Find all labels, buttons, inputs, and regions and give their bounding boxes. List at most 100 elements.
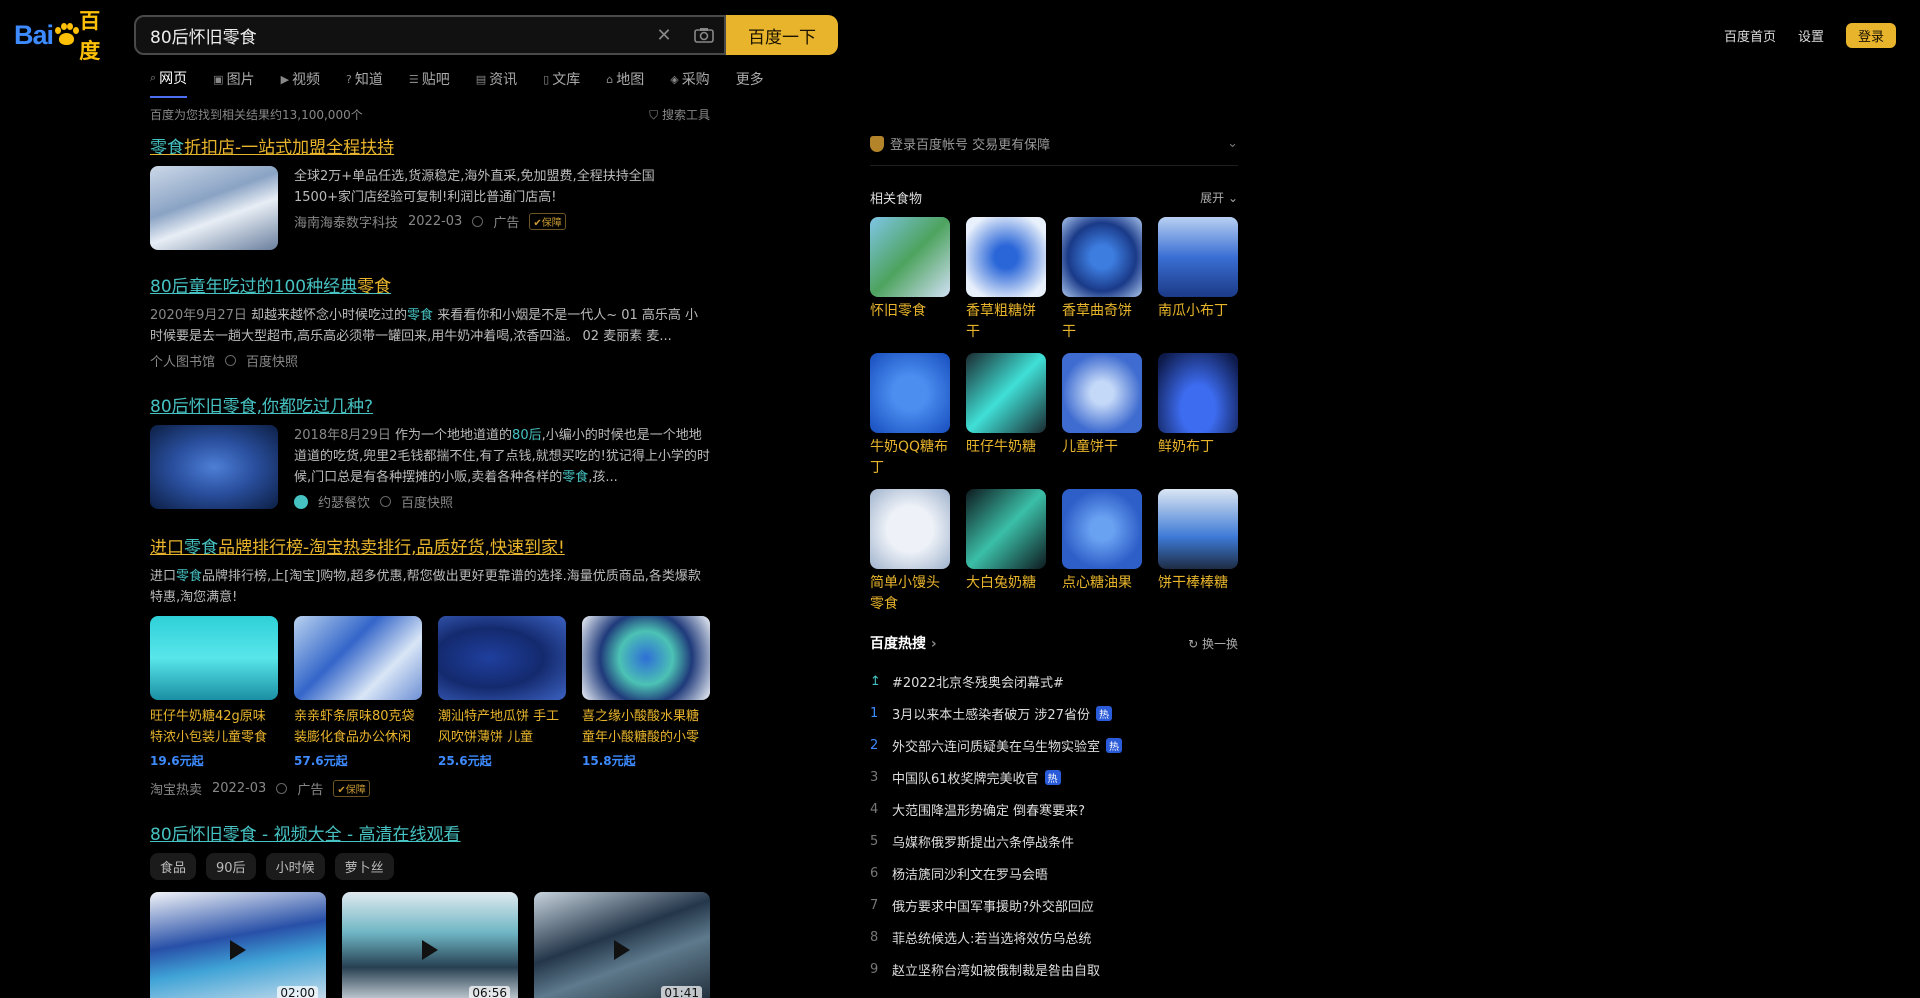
refresh-button[interactable]: ↻ 换一换 xyxy=(1188,635,1238,652)
login-promo[interactable]: 登录百度帐号 交易更有保障 ⌄ xyxy=(870,134,1238,166)
filter-icon: ⛉ xyxy=(649,108,659,122)
product-card[interactable]: 喜之缘小酸酸水果糖童年小酸糖酸的小零 15.8元起 xyxy=(582,616,710,769)
hot-item[interactable]: 4 大范围降温形势确定 倒春寒要来? xyxy=(870,793,1238,825)
search-button[interactable]: 百度一下 xyxy=(726,15,838,55)
doc-icon: ▯ xyxy=(543,72,550,86)
search-input[interactable] xyxy=(136,17,644,53)
product-card[interactable]: 潮汕特产地瓜饼 手工风吹饼薄饼 儿童 25.6元起 xyxy=(438,616,566,769)
baidu-logo[interactable]: Bai 百度 xyxy=(14,9,118,63)
tab-images[interactable]: ▣ 图片 xyxy=(213,68,254,98)
search-tools[interactable]: ⛉ 搜索工具 xyxy=(649,106,710,123)
tab-video[interactable]: ▶ 视频 xyxy=(281,68,320,98)
result-meta: 个人图书馆 百度快照 xyxy=(150,355,299,370)
candy-thumbnail[interactable] xyxy=(150,425,278,509)
safe-badge: ✔保障 xyxy=(333,780,370,797)
product-row: 旺仔牛奶糖42g原味特浓小包装儿童零食 19.6元起 亲亲虾条原味80克袋装膨化… xyxy=(150,616,710,769)
product-card[interactable]: 亲亲虾条原味80克袋装膨化食品办公休闲 57.6元起 xyxy=(294,616,422,769)
food-item[interactable]: 点心糖油果 xyxy=(1062,489,1142,615)
expand-button[interactable]: 展开 ⌄ xyxy=(1200,189,1238,206)
result-count-row: 百度为您找到相关结果约13,100,000个 ⛉ 搜索工具 xyxy=(150,106,710,123)
search-box: ✕ xyxy=(134,15,726,55)
product-image xyxy=(582,616,710,700)
search-icon: ⌕ xyxy=(150,71,157,84)
food-item[interactable]: 牛奶QQ糖布丁 xyxy=(870,353,950,479)
hot-item[interactable]: 2 外交部六连问质疑美在乌生物实验室热 xyxy=(870,729,1238,761)
tab-zhidao[interactable]: ? 知道 xyxy=(346,68,383,98)
chip[interactable]: 小时候 xyxy=(265,853,325,880)
food-item[interactable]: 香草粗糖饼干 xyxy=(966,217,1046,343)
chip[interactable]: 萝卜丝 xyxy=(334,853,394,880)
tab-purchase[interactable]: ◈ 采购 xyxy=(670,68,709,98)
hot-badge: 热 xyxy=(1044,769,1061,785)
tieba-icon: ☰ xyxy=(408,72,419,86)
hot-item[interactable]: 6 杨洁篪同沙利文在罗马会晤 xyxy=(870,857,1238,889)
logo-cn: 百度 xyxy=(79,9,101,63)
safe-badge: ✔保障 xyxy=(529,213,566,230)
settings-link[interactable]: 设置 xyxy=(1798,26,1824,45)
play-icon xyxy=(422,940,438,960)
product-card[interactable]: 旺仔牛奶糖42g原味特浓小包装儿童零食 19.6元起 xyxy=(150,616,278,769)
result-title[interactable]: 进口零食品牌排行榜-淘宝热卖排行,品质好货,快速到家! xyxy=(150,533,710,558)
hot-search-header: 百度热搜 › ↻ 换一换 xyxy=(870,633,1238,653)
hot-item[interactable]: ↥ #2022北京冬残奥会闭幕式# xyxy=(870,665,1238,697)
video-thumbnail[interactable]: 06:56 xyxy=(342,892,518,998)
tab-wenku[interactable]: ▯ 文库 xyxy=(543,68,580,98)
hot-item[interactable]: 3 中国队61枚奖牌完美收官热 xyxy=(870,761,1238,793)
chevron-down-icon: ⌄ xyxy=(1227,191,1238,205)
food-item[interactable]: 简单小馒头零食 xyxy=(870,489,950,615)
video-thumbnail[interactable]: 01:41 xyxy=(534,892,710,998)
hot-item[interactable]: 8 菲总统候选人:若当选将效仿乌总统 xyxy=(870,921,1238,953)
result-title[interactable]: 80后童年吃过的100种经典零食 xyxy=(150,272,710,297)
play-icon xyxy=(230,940,246,960)
result-snippet: 2018年8月29日 作为一个地地道道的80后,小编小的时候也是一个地地道道的吃… xyxy=(294,428,710,485)
tab-news[interactable]: ▤ 资讯 xyxy=(476,68,517,98)
food-item[interactable]: 大白兔奶糖 xyxy=(966,489,1046,615)
related-food-header: 相关食物 展开 ⌄ xyxy=(870,189,1238,207)
result-snippet: 全球2万+单品任选,货源稳定,海外直采,免加盟费,全程扶持全国1500+家门店经… xyxy=(294,169,655,205)
result-meta: 淘宝热卖 2022-03 广告 ✔保障 xyxy=(150,779,710,798)
hot-item[interactable]: 5 乌媒称俄罗斯提出六条停战条件 xyxy=(870,825,1238,857)
chip[interactable]: 90后 xyxy=(206,853,256,880)
food-item[interactable]: 怀旧零食 xyxy=(870,217,950,343)
video-thumbnail[interactable]: 02:00 xyxy=(150,892,326,998)
food-item[interactable]: 南瓜小布丁 xyxy=(1158,217,1238,343)
login-button[interactable]: 登录 xyxy=(1845,23,1896,48)
search-tabs: ⌕ 网页 ▣ 图片 ▶ 视频 ? 知道 ☰ 贴吧 ▤ 资讯 ▯ 文库 ⌂ 地图 ◈ 采购 更多 xyxy=(150,68,764,98)
top-links: 百度首页 设置 登录 xyxy=(1724,23,1896,48)
logo-text: Bai xyxy=(14,19,54,50)
food-item[interactable]: 儿童饼干 xyxy=(1062,353,1142,479)
result-100-snacks: 80后童年吃过的100种经典零食 2020年9月27日 却越来越怀念小时候吃过的… xyxy=(150,272,710,370)
tab-more[interactable]: 更多 xyxy=(736,68,764,98)
food-item[interactable]: 饼干棒棒糖 xyxy=(1158,489,1238,615)
home-link[interactable]: 百度首页 xyxy=(1724,26,1776,45)
result-snippet: 进口零食品牌排行榜,上[淘宝]购物,超多优惠,帮您做出更好更靠谱的选择.海量优质… xyxy=(150,569,701,605)
result-title[interactable]: 80后怀旧零食,你都吃过几种? xyxy=(150,392,710,417)
camera-icon[interactable] xyxy=(684,17,724,53)
tab-web[interactable]: ⌕ 网页 xyxy=(150,68,188,98)
pin-icon: ↥ xyxy=(870,673,881,689)
play-icon xyxy=(614,940,630,960)
result-meta: 海南海泰数字科技 2022-03 广告 ✔保障 xyxy=(294,212,710,231)
hot-item[interactable]: 1 3月以来本土感染者破万 涉27省份热 xyxy=(870,697,1238,729)
food-item[interactable]: 香草曲奇饼干 xyxy=(1062,217,1142,343)
result-ad-franchise: 零食折扣店-一站式加盟全程扶持 全球2万+单品任选,货源稳定,海外直采,免加盟费… xyxy=(150,133,710,250)
store-thumbnail[interactable] xyxy=(150,166,278,250)
food-grid: 怀旧零食 香草粗糖饼干 香草曲奇饼干 南瓜小布丁 牛奶QQ糖布丁 旺仔牛奶糖 儿… xyxy=(870,217,1238,615)
tab-map[interactable]: ⌂ 地图 xyxy=(606,68,644,98)
result-title[interactable]: 80后怀旧零食 - 视频大全 - 高清在线观看 xyxy=(150,820,710,845)
question-icon: ? xyxy=(346,72,352,86)
tab-tieba[interactable]: ☰ 贴吧 xyxy=(409,68,450,98)
source-avatar-icon xyxy=(294,494,308,509)
product-image xyxy=(438,616,566,700)
result-ad-taobao: 进口零食品牌排行榜-淘宝热卖排行,品质好货,快速到家! 进口零食品牌排行榜,上[… xyxy=(150,533,710,798)
info-icon xyxy=(380,496,392,507)
food-item[interactable]: 鲜奶布丁 xyxy=(1158,353,1238,479)
hot-item[interactable]: 7 俄方要求中国军事援助?外交部回应 xyxy=(870,889,1238,921)
hot-item[interactable]: 9 赵立坚称台湾如被俄制裁是咎由自取 xyxy=(870,953,1238,985)
clear-icon[interactable]: ✕ xyxy=(644,17,684,53)
hot-search-title[interactable]: 百度热搜 › xyxy=(870,633,937,653)
chip[interactable]: 食品 xyxy=(150,853,197,880)
food-item[interactable]: 旺仔牛奶糖 xyxy=(966,353,1046,479)
refresh-icon: ↻ xyxy=(1188,636,1199,651)
result-title[interactable]: 零食折扣店-一站式加盟全程扶持 xyxy=(150,133,710,158)
